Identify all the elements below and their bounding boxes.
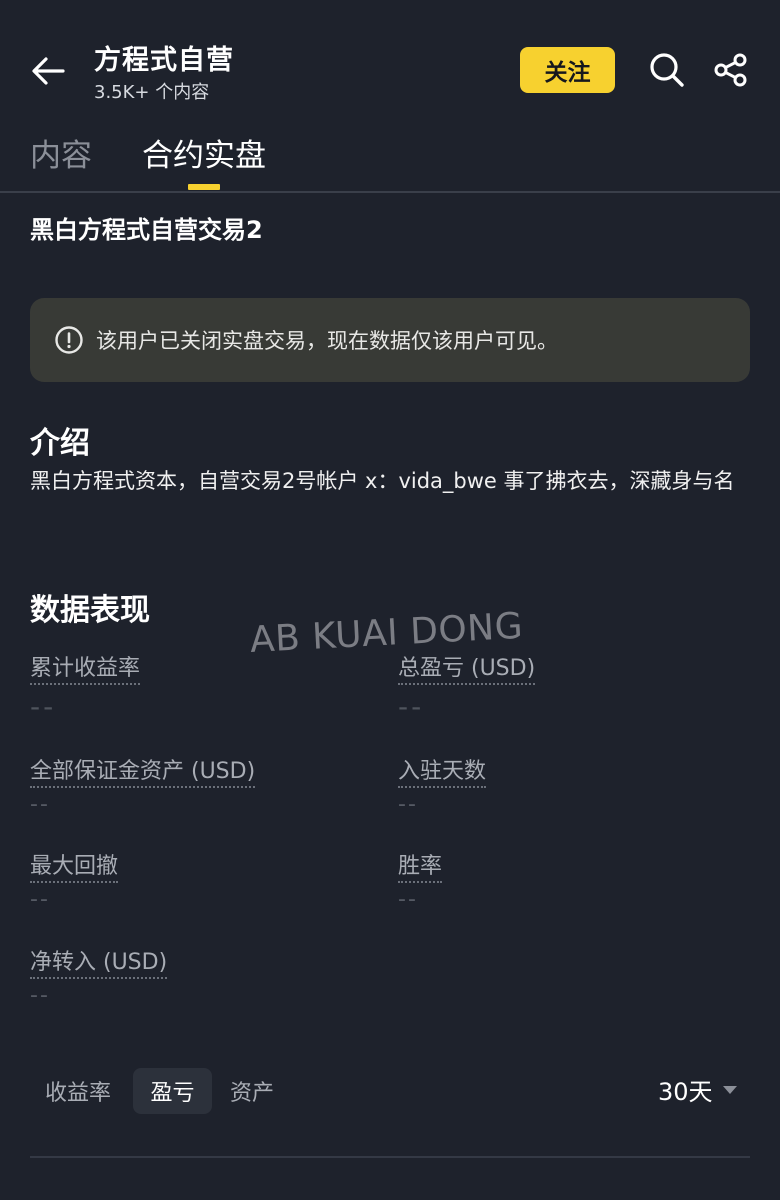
follow-button[interactable]: 关注 [520,47,615,93]
arrow-left-icon [32,57,65,85]
caret-down-icon [722,1085,737,1094]
metric-value-total-pnl: -- [398,690,425,723]
chart-tab-return-rate[interactable]: 收益率 [36,1068,120,1114]
account-name: 黑白方程式自营交易2 [30,216,263,244]
active-tab-indicator [188,184,220,190]
metric-label-net-transfer[interactable]: 净转入 (USD) [30,944,168,979]
intro-text: 黑白方程式资本，自营交易2号帐户 x：vida_bwe 事了拂衣去，深藏身与名 [30,469,735,493]
metric-value-net-transfer: -- [30,983,50,1008]
metric-label-total-pnl[interactable]: 总盈亏 (USD) [398,650,536,685]
chart-tab-assets[interactable]: 资产 [222,1068,282,1114]
search-button[interactable] [644,47,690,93]
info-icon [54,325,84,355]
tab-contract-live[interactable]: 合约实盘 [142,130,266,175]
tab-content[interactable]: 内容 [30,130,92,175]
metric-value-win-rate: -- [398,887,418,912]
metric-label-days-joined[interactable]: 入驻天数 [398,753,487,788]
back-button[interactable] [22,46,74,96]
notice-text: 该用户已关闭实盘交易，现在数据仅该用户可见。 [96,329,558,353]
page-title: 方程式自营 [94,45,234,76]
metric-value-margin-assets: -- [30,792,50,817]
share-icon [714,53,747,87]
metric-label-win-rate[interactable]: 胜率 [398,848,443,883]
metric-label-margin-assets[interactable]: 全部保证金资产 (USD) [30,753,256,788]
metric-label-max-drawdown[interactable]: 最大回撤 [30,848,119,883]
share-button[interactable] [708,47,754,93]
section-divider [30,1156,750,1158]
content-count: 3.5K+ 个内容 [94,82,210,103]
search-icon [650,53,684,87]
chart-tab-pnl[interactable]: 盈亏 [133,1068,212,1114]
metric-label-cumulative-return[interactable]: 累计收益率 [30,650,141,685]
metric-value-cumulative-return: -- [30,690,57,723]
performance-heading: 数据表现 [30,593,150,628]
metric-value-max-drawdown: -- [30,887,50,912]
header-divider [0,191,780,193]
period-selector[interactable]: 30天 [658,1072,737,1107]
intro-heading: 介绍 [30,426,90,461]
metric-value-days-joined: -- [398,792,418,817]
privacy-notice: 该用户已关闭实盘交易，现在数据仅该用户可见。 [30,298,750,382]
period-label: 30天 [658,1078,713,1106]
